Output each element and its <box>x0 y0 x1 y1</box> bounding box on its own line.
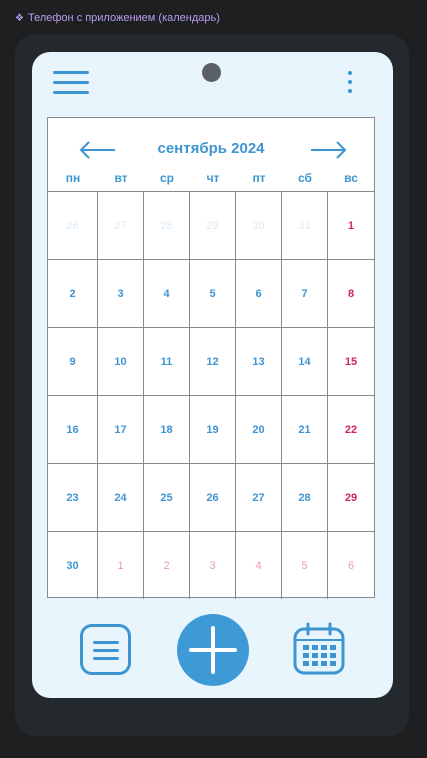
calendar-icon[interactable] <box>292 622 346 676</box>
day-cell[interactable]: 17 <box>98 395 144 463</box>
kebab-more-icon[interactable] <box>344 69 356 97</box>
day-cell[interactable]: 15 <box>328 327 374 395</box>
day-cell[interactable]: 20 <box>236 395 282 463</box>
day-cell[interactable]: 27 <box>236 463 282 531</box>
day-cell[interactable]: 29 <box>328 463 374 531</box>
day-cell[interactable]: 4 <box>144 259 190 327</box>
calendar: сентябрь 2024 пн вт ср чт пт сб вс 26 27 28 29 30 3… <box>47 117 375 599</box>
day-cell[interactable]: 28 <box>144 191 190 259</box>
weekday-label: вт <box>114 171 128 185</box>
day-cell[interactable]: 3 <box>98 259 144 327</box>
day-cell[interactable]: 31 <box>282 191 328 259</box>
hamburger-menu-icon[interactable] <box>53 69 89 97</box>
day-cell[interactable]: 12 <box>190 327 236 395</box>
component-icon: ❖ <box>15 12 24 24</box>
day-cell[interactable]: 1 <box>98 531 144 599</box>
day-cell[interactable]: 6 <box>236 259 282 327</box>
day-cell[interactable]: 26 <box>190 463 236 531</box>
day-cell[interactable]: 26 <box>48 191 98 259</box>
weekday-label: ср <box>159 171 174 185</box>
day-cell[interactable]: 28 <box>282 463 328 531</box>
day-cell[interactable]: 18 <box>144 395 190 463</box>
weekday-label: вс <box>344 171 358 185</box>
day-cell[interactable]: 9 <box>48 327 98 395</box>
day-cell[interactable]: 1 <box>328 191 374 259</box>
day-cell[interactable]: 29 <box>190 191 236 259</box>
day-cell[interactable]: 30 <box>236 191 282 259</box>
day-cell[interactable]: 27 <box>98 191 144 259</box>
day-cell[interactable]: 5 <box>190 259 236 327</box>
list-button[interactable] <box>80 624 131 675</box>
day-cell[interactable]: 10 <box>98 327 144 395</box>
day-cell[interactable]: 4 <box>236 531 282 599</box>
day-cell[interactable]: 2 <box>48 259 98 327</box>
day-cell[interactable]: 6 <box>328 531 374 599</box>
day-cell[interactable]: 2 <box>144 531 190 599</box>
arrow-right-icon[interactable] <box>308 140 348 160</box>
weekday-label: пт <box>252 171 266 185</box>
day-cell[interactable]: 22 <box>328 395 374 463</box>
day-cell[interactable]: 16 <box>48 395 98 463</box>
day-cell[interactable]: 5 <box>282 531 328 599</box>
weekday-label: чт <box>206 171 220 185</box>
day-cell[interactable]: 25 <box>144 463 190 531</box>
day-cell[interactable]: 14 <box>282 327 328 395</box>
day-cell[interactable]: 30 <box>48 531 98 599</box>
day-cell[interactable]: 21 <box>282 395 328 463</box>
weekday-row: пн вт ср чт пт сб вс <box>48 171 374 191</box>
frame-label: ❖ Телефон с приложением (календарь) <box>15 12 220 24</box>
day-cell[interactable]: 19 <box>190 395 236 463</box>
day-cell[interactable]: 23 <box>48 463 98 531</box>
day-cell[interactable]: 7 <box>282 259 328 327</box>
add-button[interactable] <box>177 614 249 686</box>
days-grid: 26 27 28 29 30 31 1 2 3 4 5 6 7 8 9 10 11 12 13 14 15 16 17 18 1… <box>48 191 374 599</box>
day-cell[interactable]: 24 <box>98 463 144 531</box>
day-cell[interactable]: 8 <box>328 259 374 327</box>
weekday-label: сб <box>298 171 312 185</box>
camera-icon <box>202 63 221 82</box>
day-cell[interactable]: 13 <box>236 327 282 395</box>
day-cell[interactable]: 11 <box>144 327 190 395</box>
day-cell[interactable]: 3 <box>190 531 236 599</box>
frame-label-text: Телефон с приложением (календарь) <box>27 12 220 24</box>
weekday-label: пн <box>65 171 81 185</box>
